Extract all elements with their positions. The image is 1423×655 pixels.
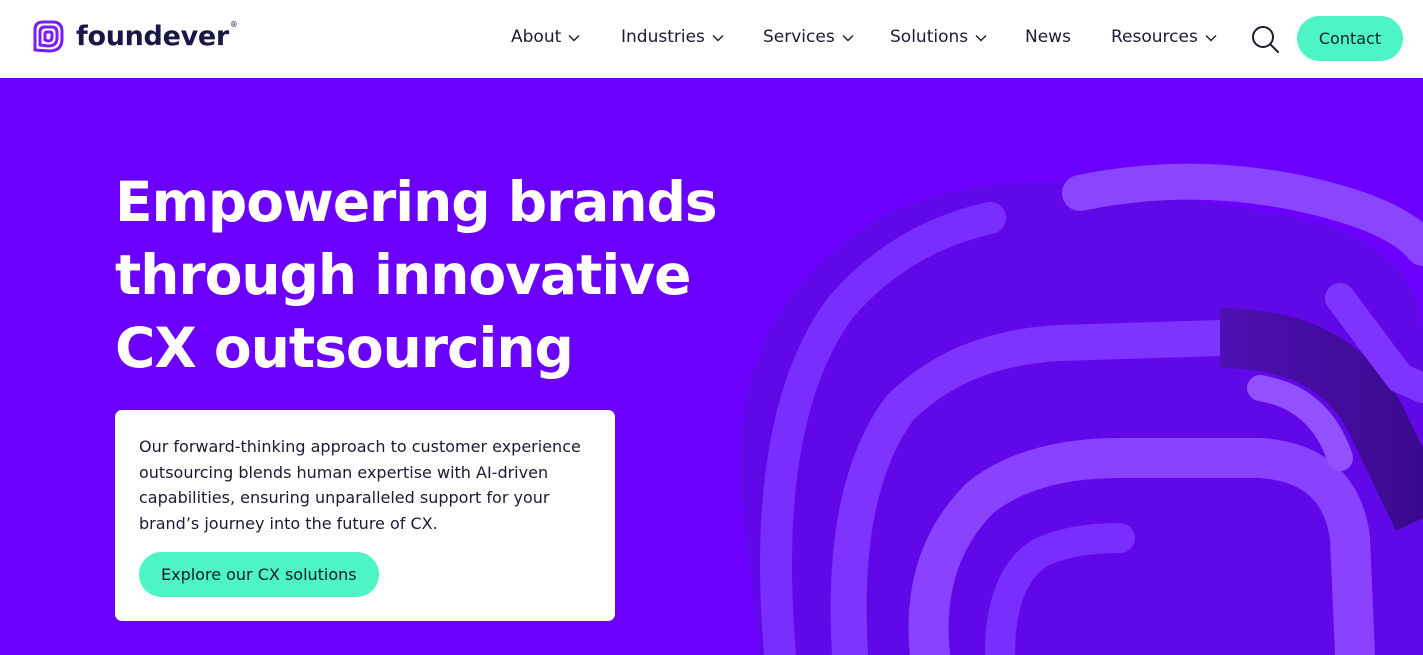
hero-title-line: through innovative bbox=[115, 243, 691, 307]
nav-item-label: Services bbox=[763, 27, 835, 47]
hero-description: Our forward-thinking approach to custome… bbox=[139, 437, 581, 533]
explore-cx-solutions-button[interactable]: Explore our CX solutions bbox=[139, 552, 379, 597]
hero-title-line: CX outsourcing bbox=[115, 316, 574, 380]
hero-card: Our forward-thinking approach to custome… bbox=[115, 410, 615, 621]
chevron-down-icon bbox=[712, 35, 724, 42]
nav-item-label: About bbox=[511, 27, 562, 47]
hero-title-line: Empowering brands bbox=[115, 170, 718, 234]
contact-button[interactable]: Contact bbox=[1297, 16, 1403, 61]
chevron-down-icon bbox=[1205, 35, 1217, 42]
chevron-down-icon bbox=[568, 35, 580, 42]
nav-item-news[interactable]: News bbox=[1025, 27, 1071, 47]
nav-item-industries[interactable]: Industries bbox=[621, 27, 724, 47]
decorative-3d-logo-graphic bbox=[739, 163, 1423, 655]
nav-item-solutions[interactable]: Solutions bbox=[890, 27, 987, 47]
chevron-down-icon bbox=[842, 35, 854, 42]
hero-section: Empowering brands through innovative CX … bbox=[0, 78, 1423, 655]
nav-item-resources[interactable]: Resources bbox=[1111, 27, 1217, 47]
main-nav: About Industries Services Solutions News… bbox=[0, 0, 1423, 78]
search-icon[interactable] bbox=[1250, 24, 1280, 54]
nav-item-label: News bbox=[1025, 27, 1071, 47]
nav-item-label: Resources bbox=[1111, 27, 1198, 47]
chevron-down-icon bbox=[975, 35, 987, 42]
hero-title: Empowering brands through innovative CX … bbox=[115, 166, 755, 385]
site-header: foundever ® About Industries Services So… bbox=[0, 0, 1423, 78]
nav-item-services[interactable]: Services bbox=[763, 27, 854, 47]
nav-item-about[interactable]: About bbox=[511, 27, 580, 47]
nav-item-label: Industries bbox=[621, 27, 705, 47]
nav-item-label: Solutions bbox=[890, 27, 969, 47]
